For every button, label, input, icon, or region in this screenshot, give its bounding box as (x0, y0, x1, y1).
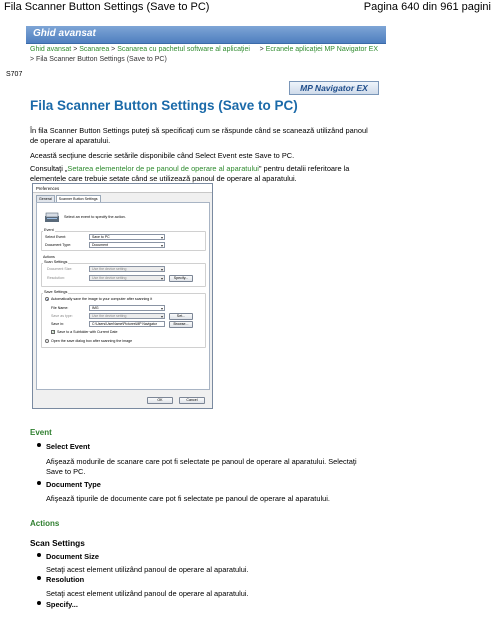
intro-p3-before: Consultaţi „ (30, 164, 68, 173)
resolution-label: Resolution: (47, 276, 65, 280)
save-in-field[interactable]: C:\Users\UserName\Pictures\MP Navigator (89, 321, 165, 327)
dialog-title: Preferences (33, 184, 212, 193)
set-button[interactable]: Set... (169, 313, 193, 320)
auto-save-label: Automatically save the image to your com… (51, 297, 153, 301)
event-heading: Event (30, 428, 52, 437)
banner-label: Ghid avansat (33, 28, 96, 39)
resolution-description: Setaţi acest element utilizând panoul de… (46, 589, 249, 598)
select-event-term: Select Event (46, 442, 90, 451)
scanner-settings-panel: Select an event to specify the action. E… (36, 202, 210, 390)
app-label-badge: MP Navigator EX (289, 81, 379, 95)
intro-paragraph-3: Consultaţi „Setarea elementelor de pe pa… (30, 164, 375, 184)
document-type-combo[interactable]: Document (89, 242, 165, 248)
file-name-combo[interactable]: IMG (89, 305, 165, 311)
actions-label: Actions (43, 255, 55, 259)
select-event-label: Select Event: (45, 235, 67, 239)
document-size-combo[interactable]: Use the device setting (89, 266, 165, 272)
page-header-title: Fila Scanner Button Settings (Save to PC… (4, 1, 210, 13)
select-event-combo[interactable]: Save to PC (89, 234, 165, 240)
section-id: S707 (6, 71, 23, 78)
save-as-type-combo[interactable]: Use the device setting (89, 313, 165, 319)
intro-paragraph-1: În fila Scanner Button Settings puteţi s… (30, 126, 368, 145)
select-event-description: Afişează modurile de scanare care pot fi… (46, 457, 357, 476)
cancel-button[interactable]: Cancel (179, 397, 205, 404)
dialog-prompt: Select an event to specify the action. (64, 215, 126, 219)
document-type-description: Afişează tipurile de documente care pot … (46, 494, 330, 503)
auto-save-radio[interactable] (45, 297, 49, 301)
breadcrumb-current: Fila Scanner Button Settings (Save to PC… (36, 56, 167, 63)
file-name-label: File Name: (51, 306, 69, 310)
breadcrumb-link-1[interactable]: Ghid avansat (30, 46, 71, 53)
guide-banner: Ghid avansat (26, 26, 386, 44)
subfolder-checkbox[interactable] (51, 329, 55, 334)
bullet-icon (36, 599, 44, 607)
document-type-label: Document Type: (45, 243, 72, 247)
actions-heading: Actions (30, 519, 60, 528)
breadcrumb: Ghid avansat > Scanarea > Scanarea cu pa… (30, 45, 380, 65)
preferences-dialog: Preferences General Scanner Button Setti… (32, 183, 213, 409)
dialog-tabs: General Scanner Button Settings (36, 195, 102, 202)
save-in-label: Save in: (51, 322, 64, 326)
event-group-label: Event (43, 228, 55, 232)
bullet-icon (36, 479, 44, 487)
bullet-icon (36, 441, 44, 449)
page-title: Fila Scanner Button Settings (Save to PC… (30, 98, 298, 113)
save-as-type-label: Save as type: (51, 314, 73, 318)
page-counter: Pagina 640 din 961 pagini (363, 1, 491, 13)
resolution-combo[interactable]: Use the device setting (89, 275, 165, 281)
bullet-icon (36, 551, 44, 559)
scan-settings-heading: Scan Settings (30, 538, 85, 548)
operation-panel-link[interactable]: Setarea elementelor de pe panoul de oper… (67, 164, 258, 173)
tab-general[interactable]: General (36, 195, 55, 202)
breadcrumb-link-4[interactable]: Ecranele aplicaţiei MP Navigator EX (266, 46, 378, 53)
breadcrumb-separator: > (30, 56, 35, 63)
document-size-term: Document Size (46, 552, 99, 561)
open-dialog-radio[interactable] (45, 339, 49, 343)
intro-paragraph-2: Această secţiune descrie setările dispon… (30, 151, 295, 160)
subfolder-label: Save to a Subfolder with Current Date (57, 330, 118, 334)
resolution-term: Resolution (46, 575, 85, 584)
scanner-icon (45, 212, 59, 222)
specify-term: Specify... (46, 600, 78, 609)
breadcrumb-separator: > (73, 46, 78, 53)
breadcrumb-separator: > (259, 46, 264, 53)
page-header: Fila Scanner Button Settings (Save to PC… (0, 0, 495, 16)
breadcrumb-link-3[interactable]: Scanarea cu pachetul software al aplicaţ… (117, 46, 250, 53)
browse-button[interactable]: Browse... (169, 321, 193, 328)
tab-scanner-button-settings[interactable]: Scanner Button Settings (55, 195, 101, 202)
document-type-term: Document Type (46, 480, 101, 489)
breadcrumb-separator: > (111, 46, 116, 53)
ok-button[interactable]: OK (147, 397, 173, 404)
open-dialog-label: Open the save dialog box after scanning … (51, 339, 133, 343)
bullet-icon (36, 574, 44, 582)
breadcrumb-link-2[interactable]: Scanarea (79, 46, 109, 53)
document-size-label: Document Size: (47, 267, 73, 271)
specify-button[interactable]: Specify... (169, 275, 193, 282)
document-size-description: Setaţi acest element utilizând panoul de… (46, 565, 249, 574)
scan-settings-label: Scan Settings (43, 260, 69, 264)
save-settings-label: Save Settings (43, 290, 69, 294)
